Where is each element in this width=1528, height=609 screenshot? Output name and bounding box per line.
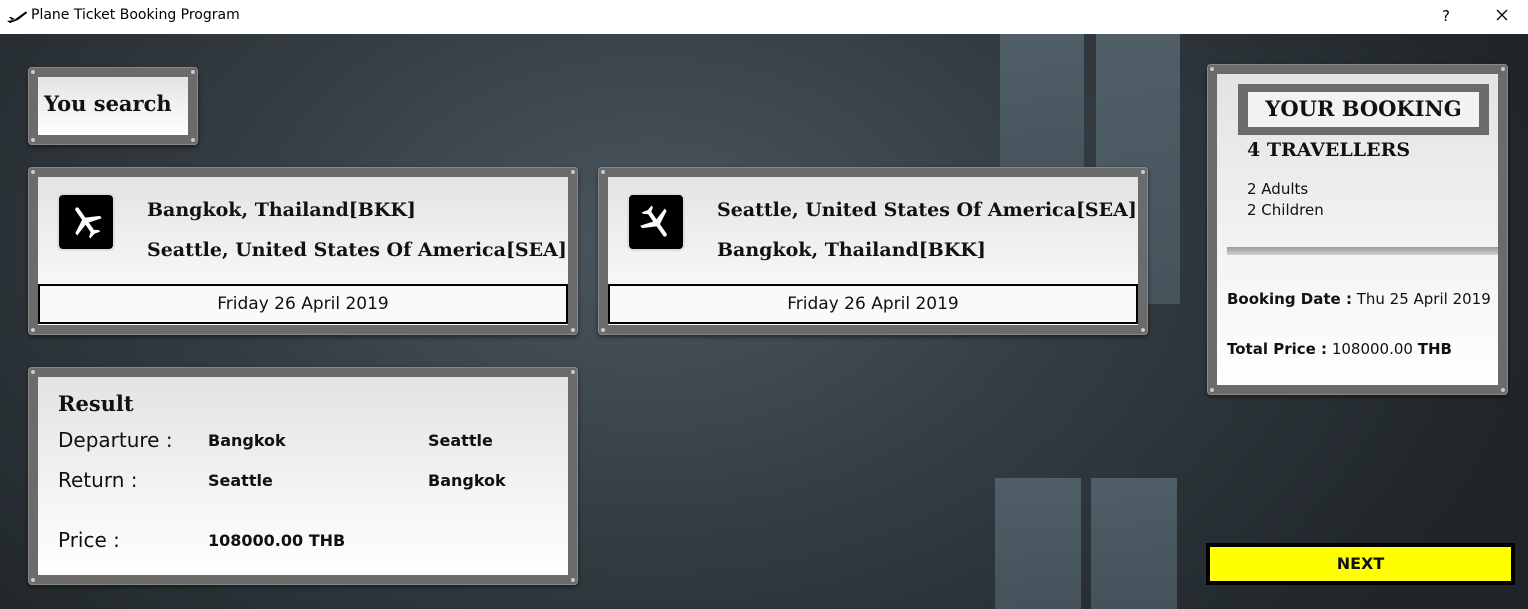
price-label: Price : [58,528,120,552]
next-button-label: NEXT [1210,547,1511,581]
total-price-currency: THB [1417,340,1452,358]
return-label: Return : [58,468,138,492]
booking-heading-frame: YOUR BOOKING [1238,84,1489,135]
close-button[interactable] [1486,2,1518,30]
total-price-label: Total Price : [1227,340,1328,358]
outbound-origin: Bangkok, Thailand[BKK] [147,199,416,221]
outbound-flight-panel: Bangkok, Thailand[BKK] Seattle, United S… [28,167,578,335]
booking-date-label: Booking Date : [1227,290,1352,308]
children-count: 2 Children [1247,201,1324,219]
plane-landing-icon [627,193,685,251]
booking-heading: YOUR BOOKING [1265,96,1462,121]
title-bar: Plane Ticket Booking Program ? [0,0,1528,34]
travellers-label: TRAVELLERS [1266,139,1411,161]
next-button[interactable]: NEXT [1206,543,1515,585]
departure-to: Seattle [428,431,493,450]
return-date: Friday 26 April 2019 [608,284,1138,324]
outbound-date: Friday 26 April 2019 [38,284,568,324]
return-origin: Seattle, United States Of America[SEA] [717,199,1137,221]
adults-count: 2 Adults [1247,180,1309,198]
total-price-value: 108000.00 [1331,340,1413,358]
background-pillar [995,478,1081,609]
booking-panel: YOUR BOOKING 4 TRAVELLERS 2 Adults 2 Chi… [1207,64,1508,395]
search-heading-panel: You search [28,67,198,145]
return-to: Bangkok [428,471,506,490]
price-value: 108000.00 THB [208,531,346,550]
travellers-summary: 4 TRAVELLERS [1247,139,1410,161]
travellers-count: 4 [1247,139,1261,161]
return-flight-panel: Seattle, United States Of America[SEA] B… [598,167,1148,335]
result-heading: Result [58,391,134,416]
background-pillar [1000,34,1084,169]
departure-from: Bangkok [208,431,286,450]
plane-takeoff-icon [57,193,115,251]
booking-date-value: Thu 25 April 2019 [1356,290,1491,308]
close-icon [1496,9,1508,21]
search-heading: You search [44,91,172,116]
result-panel: Result Departure : Bangkok Seattle Retur… [28,367,578,585]
background-pillar [1091,478,1177,609]
booking-divider [1227,247,1498,255]
return-destination: Bangkok, Thailand[BKK] [717,239,986,261]
window-title: Plane Ticket Booking Program [31,7,240,23]
total-price: Total Price : 108000.00 THB [1227,340,1452,358]
departure-label: Departure : [58,428,173,452]
booking-date: Booking Date : Thu 25 April 2019 [1227,290,1491,308]
outbound-destination: Seattle, United States Of America[SEA] [147,239,567,261]
help-button[interactable]: ? [1436,4,1456,28]
airplane-icon [7,11,27,23]
return-from: Seattle [208,471,273,490]
